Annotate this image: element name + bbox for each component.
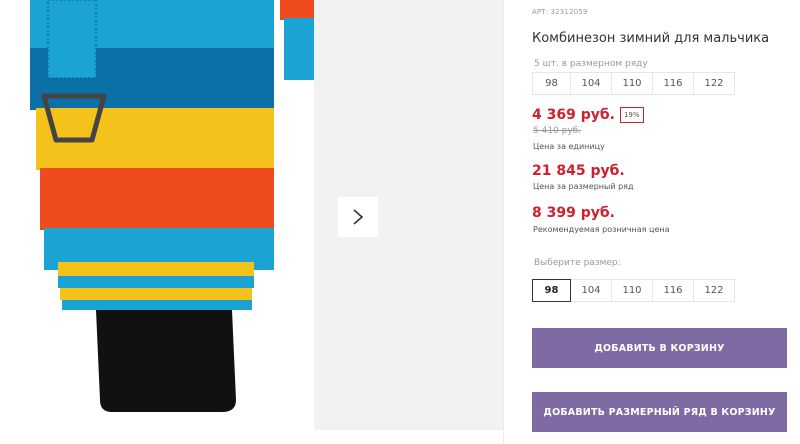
product-image[interactable] bbox=[0, 0, 314, 444]
product-title: Комбинезон зимний для мальчика bbox=[532, 31, 770, 46]
discount-badge: 19% bbox=[619, 107, 644, 123]
product-page: АРТ: 32312059 Комбинезон зимний для мальч… bbox=[0, 0, 800, 444]
pack-size-cell: 116 bbox=[652, 72, 694, 95]
product-gallery bbox=[0, 0, 503, 444]
sku-label: АРТ: bbox=[532, 8, 549, 16]
chevron-right-icon bbox=[353, 209, 364, 225]
old-price: 5 410 руб. bbox=[533, 126, 582, 136]
pack-note: 5 шт. в размерном ряду bbox=[534, 59, 648, 69]
pack-price-caption: Цена за размерный ряд bbox=[533, 182, 634, 191]
column-divider bbox=[503, 0, 504, 444]
pack-size-cell: 110 bbox=[611, 72, 653, 95]
pack-size-row: 98 104 110 116 122 bbox=[532, 72, 735, 95]
add-pack-to-cart-button[interactable]: ДОБАВИТЬ РАЗМЕРНЫЙ РЯД В КОРЗИНУ bbox=[532, 392, 787, 432]
unit-price-block: 4 369 руб. 19% bbox=[532, 107, 644, 123]
size-option-116[interactable]: 116 bbox=[652, 279, 694, 302]
size-option-110[interactable]: 110 bbox=[611, 279, 653, 302]
select-size-label: Выберите размер: bbox=[534, 258, 621, 268]
retail-price-caption: Рекомендуемая розничная цена bbox=[533, 225, 670, 234]
size-option-104[interactable]: 104 bbox=[570, 279, 612, 302]
jumpsuit-sleeve-illustration bbox=[30, 0, 314, 412]
pack-size-cell: 104 bbox=[570, 72, 612, 95]
pack-price: 21 845 руб. bbox=[532, 163, 625, 179]
sku: АРТ: 32312059 bbox=[532, 8, 588, 16]
unit-price: 4 369 руб. bbox=[532, 107, 615, 123]
sku-value: 32312059 bbox=[550, 8, 588, 16]
unit-price-caption: Цена за единицу bbox=[533, 142, 605, 151]
size-option-98[interactable]: 98 bbox=[532, 279, 571, 302]
size-selector: 98 104 110 116 122 bbox=[532, 279, 735, 302]
add-to-cart-button[interactable]: ДОБАВИТЬ В КОРЗИНУ bbox=[532, 328, 787, 368]
gallery-next-button[interactable] bbox=[338, 197, 378, 237]
pack-size-cell: 98 bbox=[532, 72, 571, 95]
size-option-122[interactable]: 122 bbox=[693, 279, 735, 302]
retail-price: 8 399 руб. bbox=[532, 205, 615, 221]
pack-size-cell: 122 bbox=[693, 72, 735, 95]
